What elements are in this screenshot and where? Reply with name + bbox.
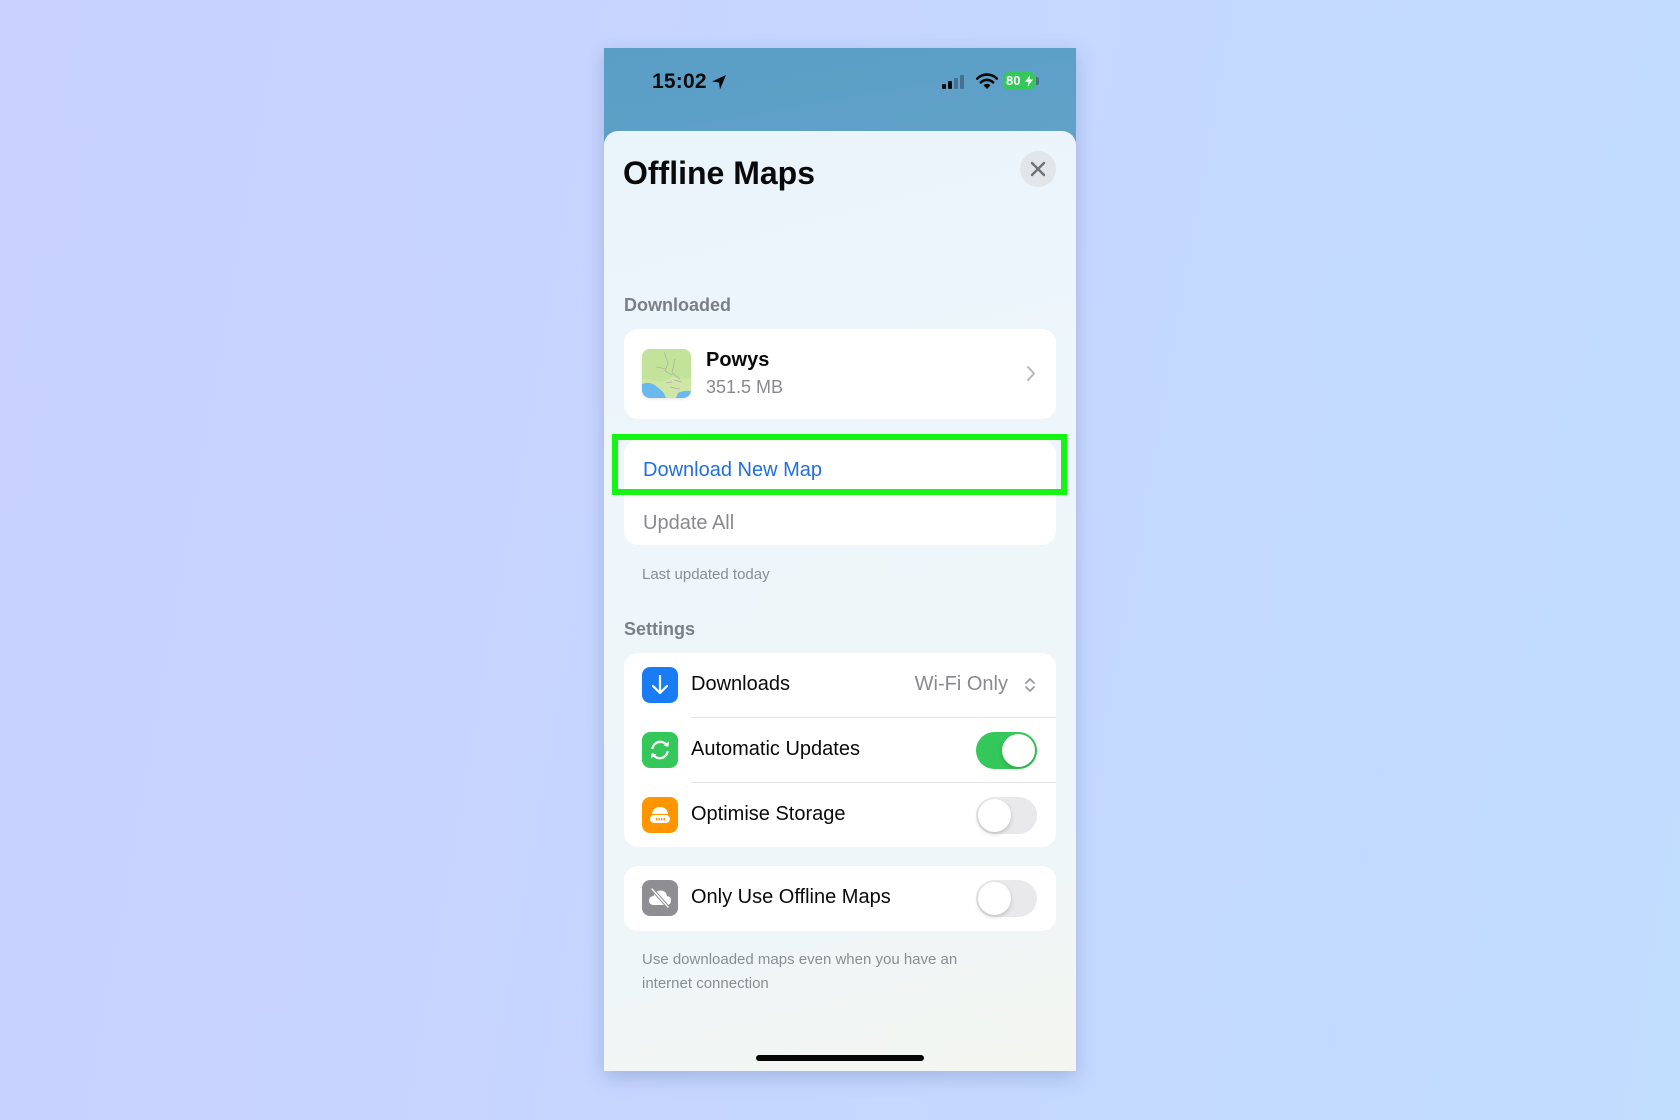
map-thumbnail bbox=[642, 349, 691, 398]
storage-drive-icon bbox=[642, 797, 678, 833]
offline-maps-footnote: Use downloaded maps even when you have a… bbox=[642, 948, 957, 996]
refresh-icon bbox=[642, 732, 678, 768]
toggle-knob bbox=[1002, 734, 1035, 767]
update-all-button[interactable]: Update All bbox=[643, 512, 734, 535]
settings-card: Downloads Wi-Fi Only Automatic Updates O… bbox=[624, 653, 1056, 847]
download-arrow-icon bbox=[642, 667, 678, 703]
last-updated-text: Last updated today bbox=[642, 566, 770, 583]
downloads-value-select[interactable]: Wi-Fi Only bbox=[915, 673, 1008, 696]
charging-bolt-icon bbox=[1025, 75, 1033, 87]
footnote-line-2: internet connection bbox=[642, 975, 769, 992]
automatic-updates-row: Automatic Updates bbox=[624, 718, 1056, 783]
footnote-line-1: Use downloaded maps even when you have a… bbox=[642, 951, 958, 968]
downloads-label: Downloads bbox=[691, 673, 790, 695]
only-use-offline-maps-toggle[interactable] bbox=[976, 880, 1037, 917]
close-icon bbox=[1030, 161, 1046, 177]
offline-maps-sheet: Offline Maps Downloaded Powys 351.5 MB D… bbox=[604, 131, 1076, 1071]
settings-section-label: Settings bbox=[624, 619, 696, 639]
location-arrow-icon bbox=[712, 75, 726, 90]
optimise-storage-row: Optimise Storage bbox=[624, 783, 1056, 847]
download-new-map-button[interactable]: Download New Map bbox=[643, 459, 822, 482]
cloud-off-icon bbox=[642, 880, 678, 916]
automatic-updates-toggle[interactable] bbox=[976, 732, 1037, 769]
page-title: Offline Maps bbox=[623, 155, 816, 191]
wifi-icon bbox=[975, 73, 999, 89]
toggle-knob bbox=[978, 799, 1011, 832]
only-use-offline-maps-label: Only Use Offline Maps bbox=[691, 886, 891, 908]
battery-level: 80 bbox=[1006, 73, 1021, 88]
automatic-updates-label: Automatic Updates bbox=[691, 738, 860, 760]
map-actions-card: Download New Map Update All bbox=[624, 440, 1056, 545]
chevron-right-icon bbox=[1027, 366, 1035, 381]
downloaded-section-label: Downloaded bbox=[624, 295, 731, 315]
status-time: 15:02 bbox=[652, 70, 707, 93]
downloads-setting-row[interactable]: Downloads Wi-Fi Only bbox=[624, 653, 1056, 718]
map-size: 351.5 MB bbox=[706, 377, 784, 397]
home-indicator[interactable] bbox=[756, 1055, 924, 1061]
only-use-offline-maps-row: Only Use Offline Maps bbox=[624, 866, 1056, 931]
battery-cap bbox=[1036, 77, 1039, 85]
toggle-knob bbox=[978, 882, 1011, 915]
chevron-up-down-icon bbox=[1025, 678, 1035, 692]
optimise-storage-toggle[interactable] bbox=[976, 797, 1037, 834]
phone-screen: 15:02 80 Offline Maps Downloaded Powys 3… bbox=[604, 48, 1076, 1071]
close-button[interactable] bbox=[1020, 151, 1056, 187]
map-name: Powys bbox=[706, 349, 770, 371]
optimise-storage-label: Optimise Storage bbox=[691, 803, 846, 825]
offline-only-card: Only Use Offline Maps bbox=[624, 866, 1056, 931]
battery-indicator: 80 bbox=[1003, 72, 1035, 90]
map-list-item-powys[interactable]: Powys 351.5 MB bbox=[624, 329, 1056, 419]
cellular-signal-icon bbox=[942, 75, 964, 89]
